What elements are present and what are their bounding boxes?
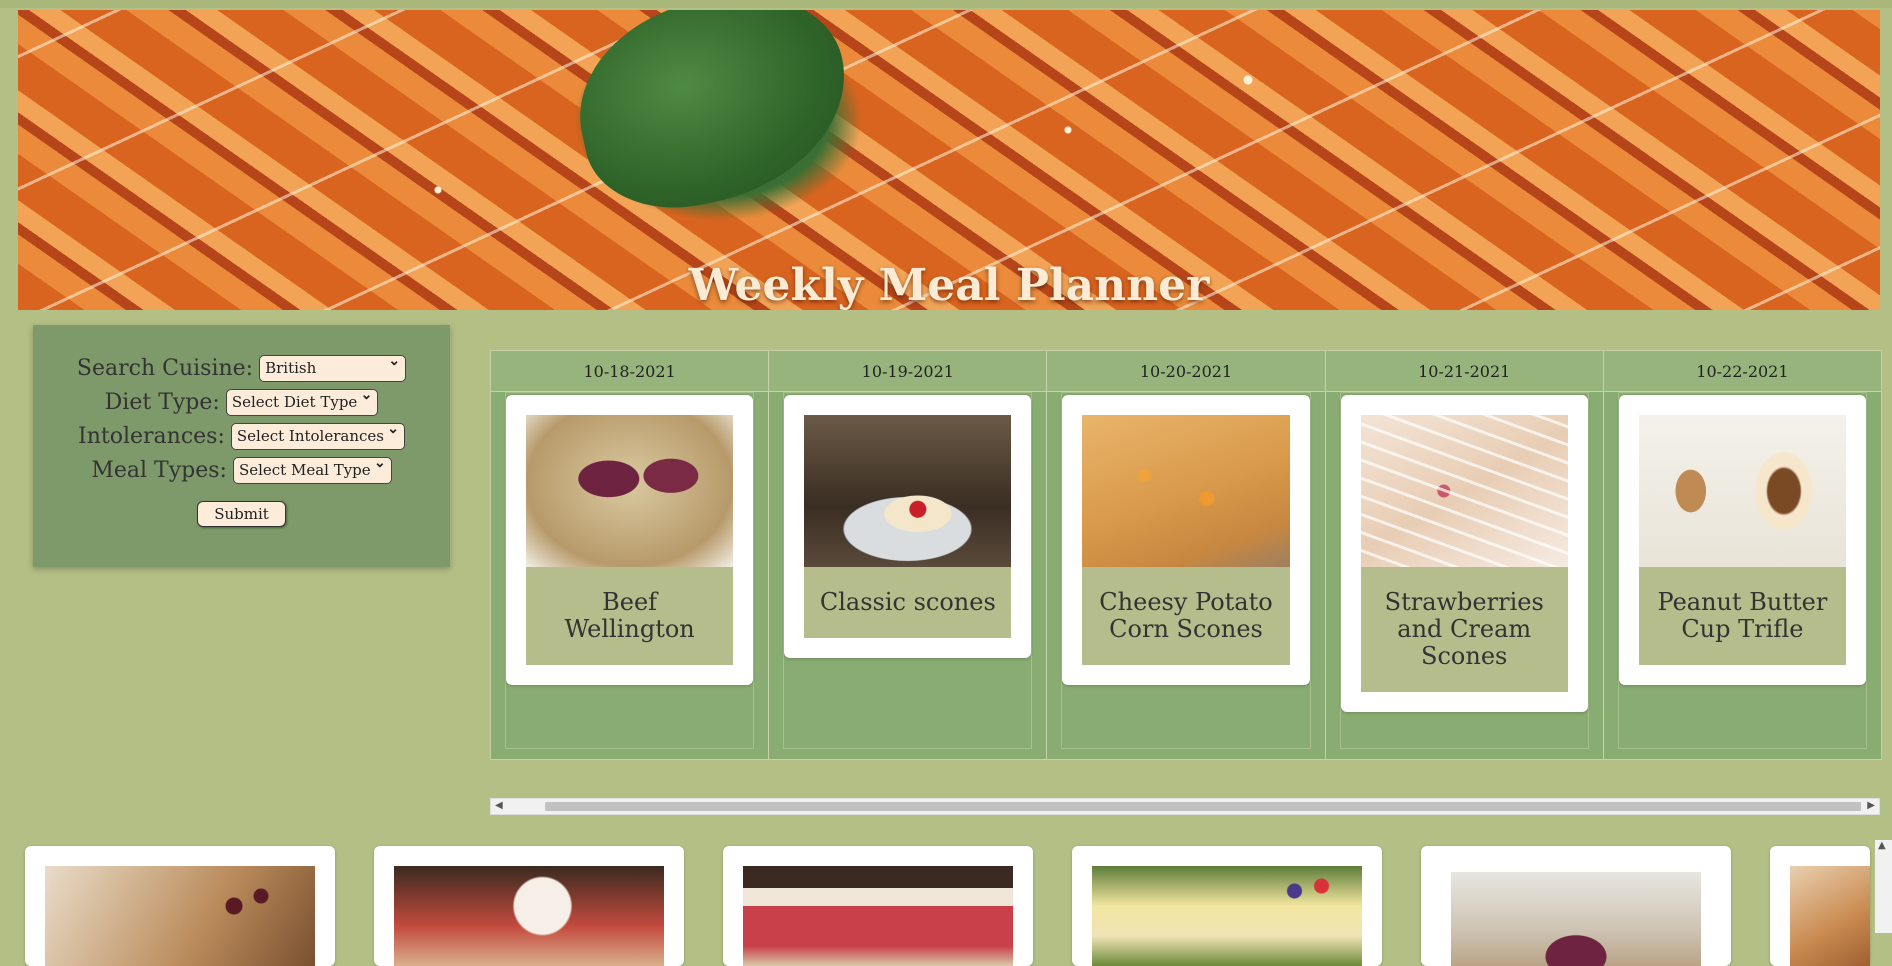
recipe-image	[1790, 866, 1870, 966]
recipe-result-card[interactable]	[1072, 846, 1382, 966]
weekly-planner: 10-18-2021 Beef Wellington 10-19-2021 Cl…	[490, 350, 1882, 760]
meal-card[interactable]: Cheesy Potato Corn Scones	[1062, 395, 1310, 685]
submit-button[interactable]: Submit	[197, 501, 286, 527]
intolerances-select[interactable]: Select Intolerances	[230, 421, 405, 450]
cuisine-select[interactable]: British	[259, 353, 407, 382]
diet-select[interactable]: Select Diet Type	[225, 387, 379, 416]
meal-title: Strawberries and Cream Scones	[1360, 567, 1568, 692]
search-panel: Search Cuisine: British Diet Type: Selec…	[33, 325, 450, 567]
scroll-up-icon[interactable]: ▲	[1878, 840, 1886, 851]
recipe-image	[1092, 866, 1362, 966]
cuisine-row: Search Cuisine: British	[33, 351, 450, 385]
meal-image	[804, 415, 1012, 567]
planner-horizontal-scrollbar[interactable]: ◀ ▶	[490, 798, 1880, 815]
scroll-thumb[interactable]	[545, 802, 1861, 811]
meal-types-row: Meal Types: Select Meal Type	[33, 453, 450, 487]
scroll-left-icon[interactable]: ◀	[495, 800, 503, 811]
cuisine-label: Search Cuisine:	[76, 355, 254, 381]
top-border	[0, 0, 1892, 8]
intolerances-row: Intolerances: Select Intolerances	[33, 419, 450, 453]
intolerances-label: Intolerances:	[78, 423, 225, 449]
meal-title: Peanut Butter Cup Trifle	[1638, 567, 1847, 665]
day-column: 10-19-2021 Classic scones	[769, 351, 1048, 759]
recipe-image	[743, 866, 1013, 966]
recipe-result-card[interactable]	[1421, 846, 1731, 966]
recipe-result-card[interactable]	[25, 846, 335, 966]
day-slot[interactable]: Strawberries and Cream Scones	[1339, 392, 1589, 749]
day-slot[interactable]: Cheesy Potato Corn Scones	[1061, 392, 1311, 749]
meal-card[interactable]: Strawberries and Cream Scones	[1340, 395, 1588, 712]
day-column: 10-18-2021 Beef Wellington	[491, 351, 770, 759]
day-slot[interactable]: Classic scones	[783, 392, 1033, 749]
meal-card[interactable]: Classic scones	[784, 395, 1032, 658]
day-slot[interactable]: Peanut Butter Cup Trifle	[1617, 392, 1868, 749]
day-column: 10-21-2021 Strawberries and Cream Scones	[1325, 351, 1604, 759]
meal-card[interactable]: Beef Wellington	[506, 395, 754, 685]
diet-row: Diet Type: Select Diet Type	[33, 385, 450, 419]
meal-image	[1638, 415, 1847, 567]
recipe-image	[394, 866, 664, 966]
day-date: 10-22-2021	[1603, 351, 1882, 392]
recipe-result-card[interactable]	[374, 846, 684, 966]
meal-image	[526, 415, 734, 567]
meal-title: Classic scones	[804, 567, 1012, 638]
meal-title: Beef Wellington	[526, 567, 734, 665]
day-slot[interactable]: Beef Wellington	[505, 392, 755, 749]
meal-image	[1082, 415, 1290, 567]
meal-image	[1360, 415, 1568, 567]
day-date: 10-20-2021	[1047, 351, 1325, 392]
day-date: 10-18-2021	[491, 351, 769, 392]
meal-card[interactable]: Peanut Butter Cup Trifle	[1618, 395, 1867, 685]
day-column: 10-20-2021 Cheesy Potato Corn Scones	[1047, 351, 1326, 759]
recipe-image	[45, 866, 315, 966]
meal-types-select[interactable]: Select Meal Type	[232, 455, 392, 484]
recipe-result-card[interactable]	[723, 846, 1033, 966]
day-date: 10-19-2021	[769, 351, 1047, 392]
recipe-image	[1451, 872, 1701, 966]
day-column: 10-22-2021 Peanut Butter Cup Trifle	[1603, 351, 1882, 759]
recipe-result-card[interactable]	[1770, 846, 1870, 966]
results-vertical-scrollbar[interactable]: ▲	[1875, 840, 1892, 933]
page-title: Weekly Meal Planner	[688, 260, 1210, 310]
day-date: 10-21-2021	[1325, 351, 1603, 392]
hero-banner: Weekly Meal Planner	[18, 10, 1880, 310]
scroll-right-icon[interactable]: ▶	[1867, 800, 1875, 811]
meal-title: Cheesy Potato Corn Scones	[1082, 567, 1290, 665]
meal-types-label: Meal Types:	[91, 457, 227, 483]
diet-label: Diet Type:	[104, 389, 220, 415]
